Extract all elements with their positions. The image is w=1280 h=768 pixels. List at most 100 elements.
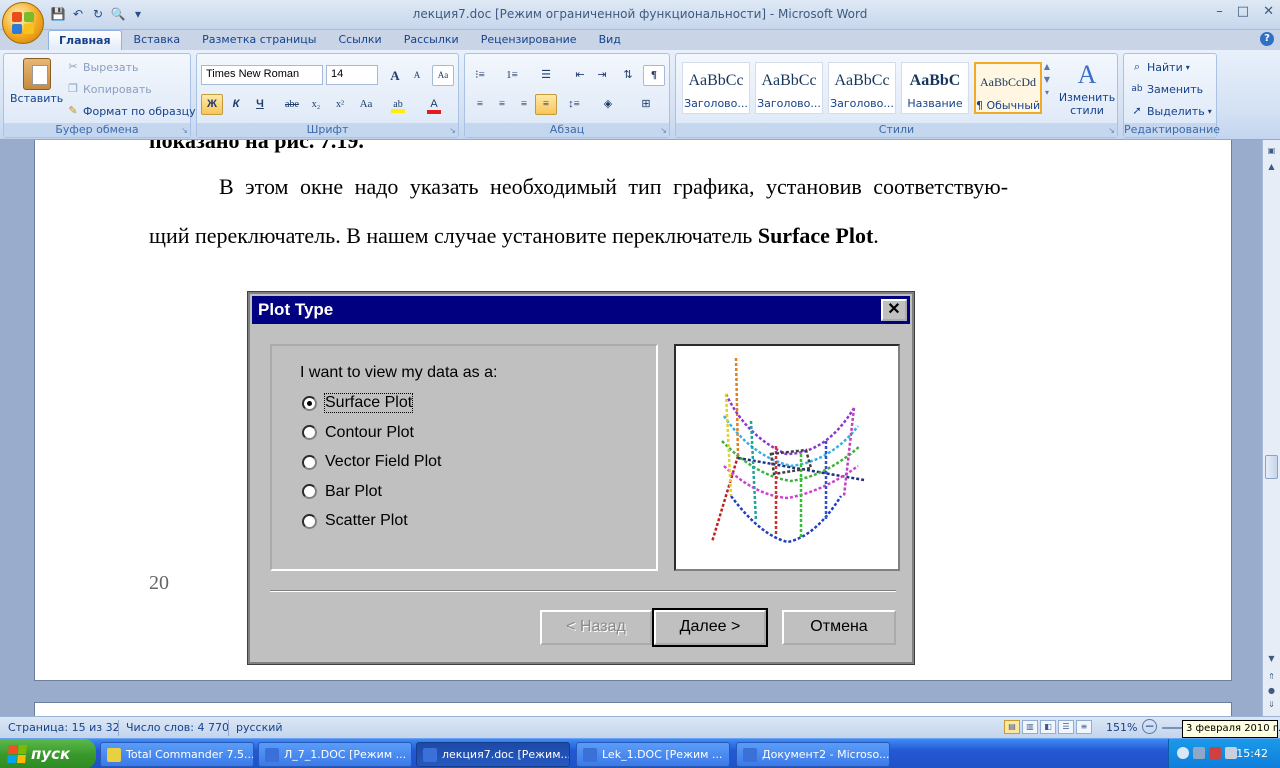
outline-icon[interactable]: ☰ [1058,720,1074,734]
underline-button[interactable]: Ч [249,94,271,115]
browse-object-icon[interactable]: ● [1265,684,1278,698]
decrease-indent-button[interactable]: ⇤ [569,65,591,86]
style-card[interactable]: AaBbC Название [901,62,969,114]
find-label: Найти [1147,60,1183,74]
web-layout-icon[interactable]: ◧ [1040,720,1056,734]
taskbar-item[interactable]: лекция7.doc [Режим... [416,742,570,767]
gallery-scroll[interactable]: ▲ ▼ ▾ [1040,62,1054,114]
start-button[interactable]: пуск [0,739,96,768]
dialog-launcher-icon[interactable]: ↘ [449,126,456,135]
taskbar-item[interactable]: Л_7_1.DOC [Режим ... [258,742,412,767]
scroll-down-icon[interactable]: ▼ [1265,652,1278,666]
tab-5[interactable]: Рецензирование [471,30,587,50]
change-styles-button[interactable]: A Изменить стили [1056,60,1118,117]
borders-button[interactable]: ⊞ [635,94,657,115]
increase-indent-button[interactable]: ⇥ [591,65,613,86]
help-icon[interactable]: ? [1260,32,1274,46]
tab-2[interactable]: Разметка страницы [192,30,326,50]
dialog-close-button: ✕ [881,299,907,321]
italic-button[interactable]: К [225,94,247,115]
tab-6[interactable]: Вид [589,30,631,50]
outdent-icon: ⇤ [575,69,585,81]
justify-button[interactable]: ≡ [535,94,557,115]
font-size-box[interactable]: 14 [326,65,378,85]
tab-1[interactable]: Вставка [124,30,191,50]
dialog-launcher-icon[interactable]: ↘ [660,126,667,135]
bold-button[interactable]: Ж [201,94,223,115]
draft-icon[interactable]: ≡ [1076,720,1092,734]
tab-3[interactable]: Ссылки [328,30,391,50]
ruler-toggle-icon[interactable]: ▣ [1265,144,1278,158]
align-left-button[interactable]: ≡ [469,94,491,115]
grow-font-button[interactable]: A [384,65,406,86]
zoom-slider[interactable] [1162,727,1182,729]
page-count[interactable]: Страница: 15 из 32 [8,721,120,734]
highlight-button[interactable]: ab [387,94,409,115]
tray-arrow-icon[interactable] [1177,747,1189,759]
clock[interactable]: 15:42 [1236,747,1268,760]
scroll-up-icon[interactable]: ▲ [1265,160,1278,174]
scroll-thumb[interactable] [1265,455,1278,479]
status-bar: Страница: 15 из 32 Число слов: 4 770 рус… [0,716,1280,738]
language-flag-icon[interactable] [1209,747,1221,759]
vertical-scrollbar[interactable]: ▣ ▲ ▼ ⇑ ● ⇓ [1262,140,1280,716]
bullets-button[interactable]: ⁝≡ [469,65,491,86]
dialog-launcher-icon[interactable]: ↘ [1108,126,1115,135]
subscript-button[interactable]: x₂ [305,94,327,115]
page-number: 20 [149,572,169,594]
plot-type-radio: Vector Field Plot [302,453,442,471]
strikethrough-button[interactable]: abe [281,94,303,115]
shrink-font-button[interactable]: A [406,65,428,86]
show-marks-button[interactable]: ¶ [643,65,665,86]
plot-type-dialog-figure: Plot Type ✕ I want to view my data as a:… [247,291,915,665]
align-center-button[interactable]: ≡ [491,94,513,115]
superscript-button[interactable]: x² [329,94,351,115]
paste-button[interactable]: Вставить [10,58,63,105]
previous-page-icon[interactable]: ⇑ [1265,670,1278,684]
style-card[interactable]: AaBbCc Заголово... [755,62,823,114]
app-icon [265,747,279,762]
format-painter-button[interactable]: ✎ Формат по образцу [66,104,195,118]
multilevel-icon: ☰ [541,69,551,81]
maximize-button[interactable]: □ [1237,4,1249,19]
office-button[interactable] [2,2,44,44]
line-spacing-button[interactable]: ↕≡ [563,94,585,115]
close-button[interactable]: ✕ [1263,4,1274,19]
volume-icon[interactable] [1225,747,1237,759]
style-card[interactable]: AaBbCcDd ¶ Обычный [974,62,1042,114]
style-card[interactable]: AaBbCc Заголово... [828,62,896,114]
taskbar-item[interactable]: Lek_1.DOC [Режим ... [576,742,730,767]
find-button[interactable]: ⌕ Найти ▾ [1130,60,1190,74]
full-screen-icon[interactable]: ▥ [1022,720,1038,734]
sort-button[interactable]: ⇅ [617,65,639,86]
align-center-icon: ≡ [498,98,506,110]
shading-button[interactable]: ◈ [597,94,619,115]
minimize-button[interactable]: – [1216,4,1223,19]
clear-format-button[interactable]: Aa [432,65,454,86]
align-right-button[interactable]: ≡ [513,94,535,115]
replace-button[interactable]: ab Заменить [1130,82,1203,96]
word-count[interactable]: Число слов: 4 770 [126,721,229,734]
zoom-level[interactable]: 151% [1106,721,1137,734]
numbering-button[interactable]: 1≡ [501,65,523,86]
dialog-launcher-icon[interactable]: ↘ [181,126,188,135]
zoom-out-icon[interactable]: − [1142,719,1157,734]
select-button[interactable]: ➚ Выделить ▾ [1130,104,1211,118]
style-card[interactable]: AaBbCc Заголово... [682,62,750,114]
plot-type-radio: Bar Plot [302,483,382,501]
print-layout-icon[interactable]: ▤ [1004,720,1020,734]
copy-button[interactable]: ❐ Копировать [66,82,152,96]
font-name-box[interactable]: Times New Roman [201,65,323,85]
font-color-button[interactable]: A [423,94,445,115]
copy-icon: ❐ [68,82,78,95]
tab-0[interactable]: Главная [48,30,122,50]
language[interactable]: русский [236,721,283,734]
cut-button[interactable]: ✂ Вырезать [66,60,138,74]
network-icon[interactable] [1193,747,1205,759]
taskbar-item[interactable]: Документ2 - Microso... [736,742,890,767]
next-page-icon[interactable]: ⇓ [1265,698,1278,712]
taskbar-item[interactable]: Total Commander 7.5... [100,742,254,767]
tab-4[interactable]: Рассылки [394,30,469,50]
change-case-button[interactable]: Aa [355,94,377,115]
multilevel-list-button[interactable]: ☰ [535,65,557,86]
